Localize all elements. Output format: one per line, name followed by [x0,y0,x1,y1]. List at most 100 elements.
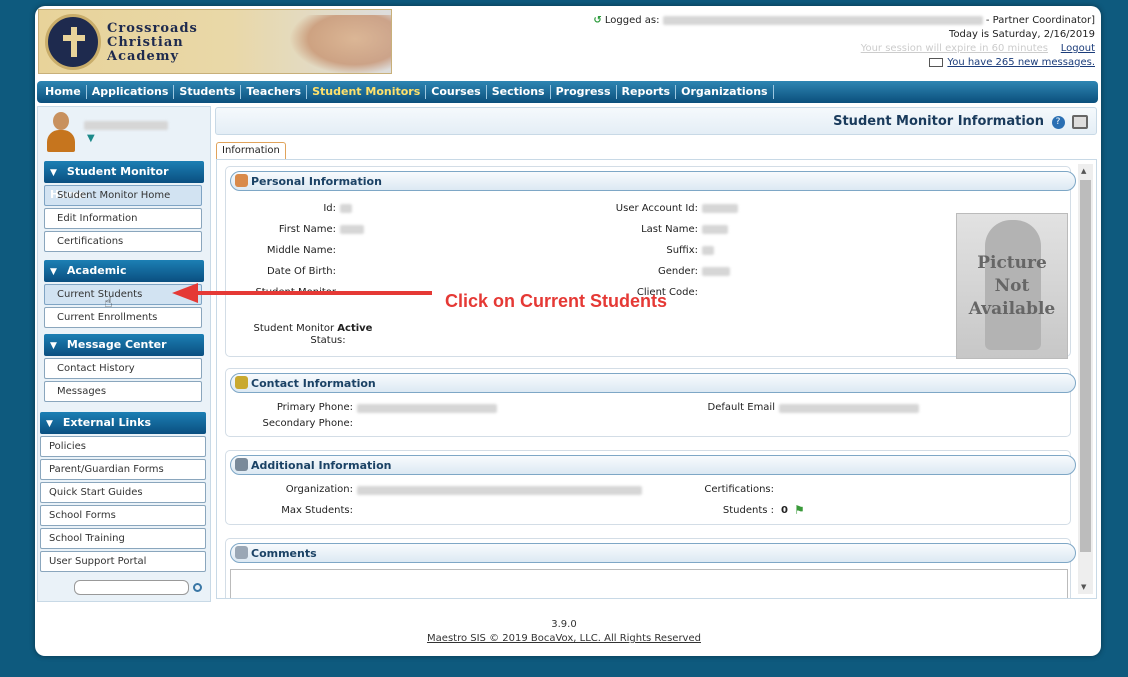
nav-reports[interactable]: Reports [617,85,677,99]
dob-label: Date Of Birth: [266,266,336,277]
tab-information[interactable]: Information [216,142,286,159]
comments-header: Comments [230,543,1076,563]
page-title: Student Monitor Information [833,114,1044,129]
additional-info-panel: Additional Information Organization: Cer… [225,450,1076,525]
nav-student-monitors[interactable]: Student Monitors [307,85,427,99]
contact-info-panel: Contact Information Primary Phone: Defau… [225,368,1076,437]
nav-sections[interactable]: Sections [487,85,551,99]
last-name-label: Last Name: [641,224,698,235]
annotation-text: Click on Current Students [445,291,668,311]
sidebar-item-contact-history[interactable]: Contact History [44,358,202,379]
note-icon [235,546,248,559]
sidebar-item-school-training[interactable]: School Training [40,528,206,549]
external-links: ▼ External Links Policies Parent/Guardian… [38,412,210,572]
status-block: Student Monitor Active Status: [253,323,373,346]
email-value [779,404,919,413]
personal-info-panel: Personal Information Id: User Account Id… [225,166,1076,359]
logged-in-icon: ↺ [593,15,602,26]
scrollbar[interactable]: ▲ ▼ [1078,164,1093,594]
phone-icon [235,376,248,389]
primary-phone-label: Primary Phone: [276,402,353,413]
session-expiry: Your session will expire in 60 minutes [860,43,1049,54]
main-content: Student Monitor Information ? Informatio… [215,107,1097,599]
school-seal [45,14,101,70]
sidebar-item-edit-information[interactable]: Edit Information [44,208,202,229]
students-label: Students : [722,505,774,516]
organization-label: Organization: [285,484,353,495]
gender-value [702,267,730,276]
flag-icon[interactable]: ⚑ [794,503,805,517]
user-avatar-icon [46,112,76,152]
sidebar-item-school-forms[interactable]: School Forms [40,505,206,526]
logged-as-label: Logged as: [604,15,660,26]
sidebar-item-quick-start[interactable]: Quick Start Guides [40,482,206,503]
nav-organizations[interactable]: Organizations [676,85,774,99]
nav-students[interactable]: Students [174,85,242,99]
profile-name-redacted [84,121,168,130]
page-title-bar: Student Monitor Information ? [215,107,1097,135]
nav-progress[interactable]: Progress [551,85,617,99]
suffix-label: Suffix: [666,245,698,256]
user-name-redacted [662,15,983,25]
person-icon [235,174,248,187]
print-icon[interactable] [1072,115,1088,129]
first-name-label: First Name: [278,224,336,235]
sidebar-search [74,580,210,595]
user-account-label: User Account Id: [615,203,698,214]
sidebar-item-certifications[interactable]: Certifications [44,231,202,252]
school-name: Crossroads Christian Academy [107,21,198,64]
contact-info-header: Contact Information [230,373,1076,393]
first-name-value [340,225,364,234]
secondary-phone-label: Secondary Phone: [262,418,353,429]
search-icon[interactable] [193,583,202,592]
nav-applications[interactable]: Applications [87,85,175,99]
gender-label: Gender: [657,266,698,277]
copyright-link[interactable]: Maestro SIS © 2019 BocaVox, LLC. All Rig… [0,632,1128,646]
hand-cursor-icon: ☝ [104,295,113,311]
sidebar-item-messages[interactable]: Messages [44,381,202,402]
section-message-center[interactable]: ▼ Message Center [44,334,204,356]
nav-home[interactable]: Home [40,85,87,99]
today-date: Today is Saturday, 2/16/2019 [949,29,1095,40]
section-student-monitor-home[interactable]: ▼Student Monitor Home [44,161,204,201]
max-students-label: Max Students: [281,505,353,516]
nav-courses[interactable]: Courses [426,85,487,99]
nav-teachers[interactable]: Teachers [241,85,308,99]
students-count: 0 [781,505,788,516]
middle-name-label: Middle Name: [266,245,336,256]
additional-info-header: Additional Information [230,455,1076,475]
sidebar-item-student-monitor-home[interactable]: Student Monitor Home [44,185,202,206]
last-name-value [702,225,728,234]
help-icon[interactable]: ? [1051,115,1065,129]
app-version: 3.9.0 [551,619,577,630]
school-logo[interactable]: Crossroads Christian Academy [38,9,392,74]
logo-photo [289,15,391,73]
section-academic[interactable]: ▼ Academic [44,260,204,282]
search-input[interactable] [74,580,189,595]
primary-phone-value [357,404,497,413]
sidebar: ▼ ▼Student Monitor Home Student Monitor … [37,106,211,602]
logout-link[interactable]: Logout [1061,43,1095,54]
comments-textarea[interactable] [230,569,1068,598]
paperclip-icon [235,458,248,471]
tab-content: ▲ ▼ Personal Information Id: User Account… [216,159,1097,599]
footer: 3.9.0 Maestro SIS © 2019 BocaVox, LLC. A… [0,618,1128,646]
sidebar-item-policies[interactable]: Policies [40,436,206,457]
sidebar-item-parent-forms[interactable]: Parent/Guardian Forms [40,459,206,480]
comments-panel: Comments [225,538,1076,598]
certifications-label: Certifications: [704,484,774,495]
id-label: Id: [323,203,336,214]
messages-link[interactable]: You have 265 new messages. [947,57,1095,68]
annotation-arrow [172,283,432,303]
profile-menu-chevron-icon[interactable]: ▼ [87,133,95,144]
id-value [340,204,352,213]
sidebar-item-support-portal[interactable]: User Support Portal [40,551,206,572]
sidebar-item-current-enrollments[interactable]: Current Enrollments [44,307,202,328]
suffix-value [702,246,714,255]
email-label: Default Email [707,402,775,413]
user-account-value [702,204,738,213]
user-info: ↺ Logged as: - Partner Coordinator] Toda… [593,14,1095,70]
user-role: - Partner Coordinator] [985,15,1095,26]
profile-area: ▼ [38,107,210,157]
section-external-links[interactable]: ▼ External Links [40,412,206,434]
